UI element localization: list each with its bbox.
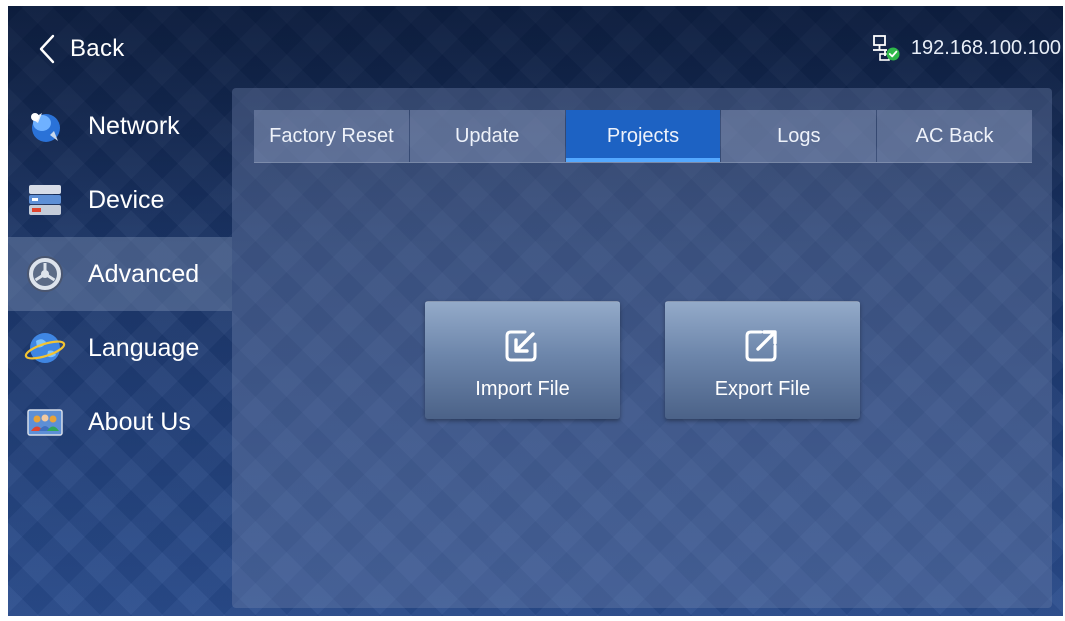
sidebar-item-advanced[interactable]: Advanced [8, 237, 232, 311]
tab-bar: Factory Reset Update Projects Logs AC Ba… [254, 110, 1032, 163]
back-label: Back [70, 35, 125, 62]
sidebar-item-label: Device [88, 185, 165, 214]
sidebar: Network Device Advanced Language About U… [8, 89, 232, 459]
sidebar-item-label: Network [88, 111, 180, 140]
sidebar-item-label: Language [88, 333, 200, 362]
back-button[interactable]: Back [38, 32, 125, 66]
sidebar-item-about-us[interactable]: About Us [8, 385, 232, 459]
top-bar: Back 192.168.100.100 [8, 6, 1063, 86]
sidebar-item-network[interactable]: Network [8, 89, 232, 163]
network-icon [31, 113, 60, 142]
advanced-gear-icon [27, 256, 63, 292]
sidebar-item-label: About Us [88, 407, 191, 436]
globe-icon [24, 333, 66, 363]
device-screen: Back 192.168.100.100 Network Device Adva… [8, 6, 1063, 616]
ip-address: 192.168.100.100 [910, 36, 1061, 59]
chevron-left-icon [39, 34, 55, 64]
sidebar-item-label: Advanced [88, 259, 200, 288]
export-file-icon [745, 330, 777, 362]
export-file-label: Export File [714, 378, 811, 400]
import-file-button[interactable]: Import File [425, 301, 620, 419]
import-file-icon [505, 330, 537, 362]
network-connected-icon [872, 35, 900, 61]
sidebar-item-language[interactable]: Language [8, 311, 232, 385]
export-file-button[interactable]: Export File [665, 301, 860, 419]
network-status: 192.168.100.100 [871, 34, 1061, 62]
tab-projects[interactable]: Projects [565, 110, 721, 162]
device-icon [29, 185, 61, 215]
sidebar-item-device[interactable]: Device [8, 163, 232, 237]
import-file-label: Import File [475, 378, 570, 400]
tab-update[interactable]: Update [409, 110, 565, 162]
tab-ac-back[interactable]: AC Back [877, 110, 1032, 162]
tab-factory-reset[interactable]: Factory Reset [254, 110, 409, 162]
about-us-icon [27, 409, 63, 436]
tab-logs[interactable]: Logs [721, 110, 877, 162]
main-panel: Factory Reset Update Projects Logs AC Ba… [232, 88, 1052, 608]
